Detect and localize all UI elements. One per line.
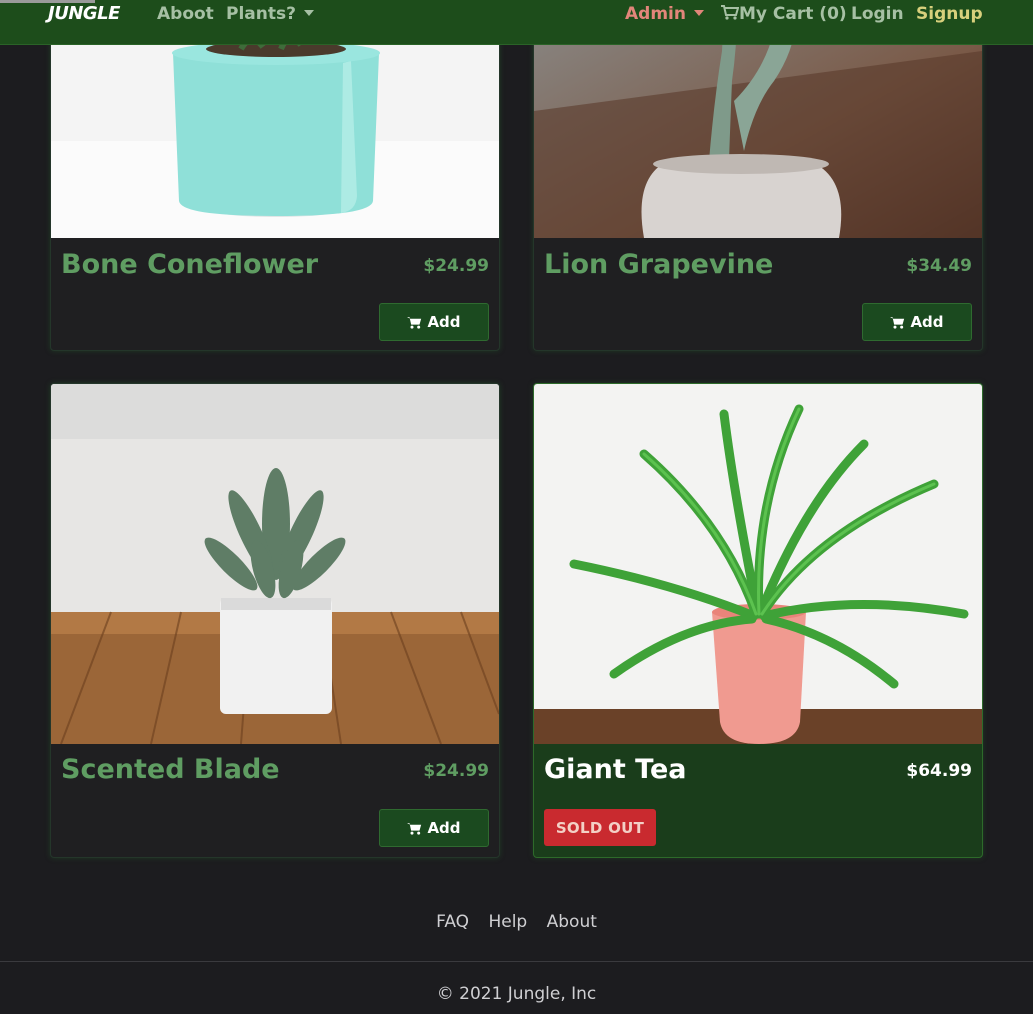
footer-links: FAQ Help About	[0, 910, 1033, 934]
nav-plants-label: Plants?	[226, 4, 296, 24]
product-price: $24.99	[423, 761, 489, 781]
add-to-cart-button[interactable]: Add	[379, 809, 489, 847]
product-price: $34.49	[906, 256, 972, 276]
footer-divider	[0, 961, 1033, 962]
nav-admin-label: Admin	[625, 4, 686, 24]
product-name: Scented Blade	[61, 754, 280, 785]
chevron-down-icon	[303, 10, 314, 16]
window-edge-strip	[0, 0, 95, 3]
cart-icon	[407, 822, 422, 835]
product-card: Scented Blade $24.99 Add	[50, 383, 500, 858]
nav-about-link[interactable]: Aboot	[157, 3, 214, 25]
product-name: Lion Grapevine	[544, 249, 774, 280]
nav-login-link[interactable]: Login	[851, 3, 904, 25]
add-to-cart-button[interactable]: Add	[862, 303, 972, 341]
product-name: Giant Tea	[544, 754, 687, 785]
footer-faq-link[interactable]: FAQ	[436, 912, 469, 932]
product-card: Lion Grapevine $34.49 Add	[533, 0, 983, 351]
product-image[interactable]	[51, 384, 499, 744]
copyright-text: © 2021 Jungle, Inc	[436, 984, 597, 1004]
navbar: JUNGLE Aboot Plants? Admin My Cart (0) L…	[0, 0, 1033, 45]
brand-logo[interactable]: JUNGLE	[48, 3, 120, 25]
product-card: Giant Tea $64.99 SOLD OUT	[533, 383, 983, 858]
cart-icon	[890, 316, 905, 329]
add-button-label: Add	[427, 313, 461, 331]
sold-out-badge: SOLD OUT	[544, 809, 656, 846]
product-card: Bone Coneflower $24.99 Add	[50, 0, 500, 351]
cart-icon	[407, 316, 422, 329]
nav-cart-label: My Cart (0)	[739, 4, 847, 24]
product-image[interactable]	[534, 384, 982, 744]
add-button-label: Add	[427, 819, 461, 837]
add-to-cart-button[interactable]: Add	[379, 303, 489, 341]
cart-icon	[721, 5, 740, 20]
nav-cart-link[interactable]: My Cart (0)	[721, 3, 847, 25]
nav-plants-dropdown[interactable]: Plants?	[226, 3, 314, 25]
product-name: Bone Coneflower	[61, 249, 319, 280]
product-price: $24.99	[423, 256, 489, 276]
footer-about-link[interactable]: About	[547, 912, 597, 932]
nav-signup-link[interactable]: Signup	[916, 3, 983, 25]
nav-admin-dropdown[interactable]: Admin	[625, 3, 704, 25]
footer-help-link[interactable]: Help	[488, 912, 527, 932]
add-button-label: Add	[910, 313, 944, 331]
product-price: $64.99	[906, 761, 972, 781]
chevron-down-icon	[693, 10, 704, 16]
